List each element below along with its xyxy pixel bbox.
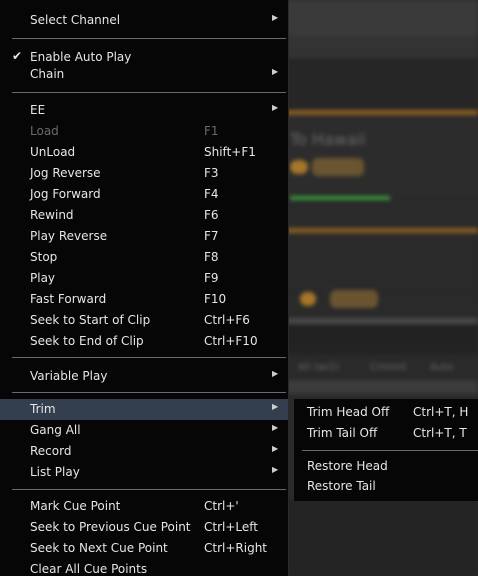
bg-green-meter (290, 196, 390, 200)
menu-item-seek-to-previous-cue-point[interactable]: Seek to Previous Cue Point Ctrl+Left (0, 517, 288, 538)
menu-item-label: Variable Play (30, 369, 108, 383)
menu-item-label: Gang All (30, 423, 81, 437)
menu-item-shortcut: Shift+F1 (204, 145, 256, 159)
submenu-arrow-icon: ▶ (272, 465, 279, 474)
submenu-item-shortcut: Ctrl+T, H (413, 405, 469, 419)
submenu-item-shortcut: Ctrl+T, T (413, 426, 467, 440)
submenu-item-label: Restore Tail (307, 479, 376, 493)
menu-item-label: Seek to End of Clip (30, 334, 144, 348)
menu-item-label: Fast Forward (30, 292, 107, 306)
menu-separator (12, 38, 286, 39)
menu-separator (12, 92, 286, 93)
bg-button-4 (330, 290, 378, 308)
menu-item-list-play[interactable]: List Play ▶ (0, 462, 288, 483)
submenu-arrow-icon: ▶ (272, 423, 279, 432)
submenu-item-trim-head-off[interactable]: Trim Head Off Ctrl+T, H (294, 402, 478, 423)
menu-separator (12, 392, 286, 393)
menu-item-gang-all[interactable]: Gang All ▶ (0, 420, 288, 441)
context-menu: Select Channel ▶ ✔ Enable Auto Play Chai… (0, 0, 289, 576)
menu-item-jog-forward[interactable]: Jog Forward F4 (0, 184, 288, 205)
menu-item-mark-cue-point[interactable]: Mark Cue Point Ctrl+' (0, 496, 288, 517)
bg-label-1: All (w/2) (298, 362, 340, 373)
menu-item-variable-play[interactable]: Variable Play ▶ (0, 366, 288, 387)
menu-item-fast-forward[interactable]: Fast Forward F10 (0, 289, 288, 310)
menu-separator (12, 489, 286, 490)
menu-item-label: Rewind (30, 208, 74, 222)
submenu-item-restore-tail[interactable]: Restore Tail (294, 476, 478, 497)
submenu-item-label: Restore Head (307, 459, 388, 473)
menu-item-load: Load F1 (0, 121, 288, 142)
menu-item-shortcut: Ctrl+' (204, 499, 239, 513)
menu-item-chain[interactable]: Chain ▶ (0, 64, 288, 85)
menu-item-seek-to-start-of-clip[interactable]: Seek to Start of Clip Ctrl+F6 (0, 310, 288, 331)
menu-item-clear-all-cue-points[interactable]: Clear All Cue Points (0, 559, 288, 576)
menu-item-jog-reverse[interactable]: Jog Reverse F3 (0, 163, 288, 184)
menu-item-label: Play Reverse (30, 229, 108, 243)
submenu-item-trim-tail-off[interactable]: Trim Tail Off Ctrl+T, T (294, 423, 478, 444)
menu-item-label: Seek to Start of Clip (30, 313, 151, 327)
menu-item-shortcut: F6 (204, 208, 219, 222)
submenu-arrow-icon: ▶ (272, 402, 279, 411)
menu-item-shortcut: F1 (204, 124, 219, 138)
trim-submenu: Trim Head Off Ctrl+T, H Trim Tail Off Ct… (293, 399, 478, 501)
submenu-arrow-icon: ▶ (272, 103, 279, 112)
menu-item-shortcut: F9 (204, 271, 219, 285)
menu-item-label: Seek to Previous Cue Point (30, 520, 191, 534)
menu-item-label: Trim (30, 402, 56, 416)
bg-label-2: Cmnmt (370, 362, 407, 373)
bg-clip-title: To Hawaii (290, 130, 366, 149)
submenu-separator (302, 450, 478, 451)
menu-item-shortcut: F7 (204, 229, 219, 243)
menu-item-ee[interactable]: EE ▶ (0, 100, 288, 121)
submenu-arrow-icon: ▶ (272, 444, 279, 453)
menu-item-label: Load (30, 124, 59, 138)
menu-item-label: Jog Forward (30, 187, 101, 201)
menu-item-unload[interactable]: UnLoad Shift+F1 (0, 142, 288, 163)
menu-item-label: Clear All Cue Points (30, 562, 148, 576)
menu-item-record[interactable]: Record ▶ (0, 441, 288, 462)
menu-item-shortcut: Ctrl+Right (204, 541, 268, 555)
submenu-item-label: Trim Tail Off (307, 426, 378, 440)
bg-button-2 (312, 158, 364, 176)
menu-item-select-channel[interactable]: Select Channel ▶ (0, 10, 288, 31)
menu-item-label: EE (30, 103, 46, 117)
submenu-arrow-icon: ▶ (272, 369, 279, 378)
bg-button-3 (300, 292, 316, 306)
menu-item-label: List Play (30, 465, 80, 479)
menu-item-shortcut: F4 (204, 187, 219, 201)
menu-item-label: Select Channel (30, 13, 121, 27)
menu-item-trim[interactable]: Trim ▶ (0, 399, 288, 420)
menu-item-label: Chain (30, 67, 65, 81)
menu-item-seek-to-end-of-clip[interactable]: Seek to End of Clip Ctrl+F10 (0, 331, 288, 352)
menu-item-label: Seek to Next Cue Point (30, 541, 168, 555)
menu-item-shortcut: F8 (204, 250, 219, 264)
menu-item-seek-to-next-cue-point[interactable]: Seek to Next Cue Point Ctrl+Right (0, 538, 288, 559)
bg-label-3: Auto (430, 362, 454, 373)
menu-item-shortcut: Ctrl+Left (204, 520, 258, 534)
menu-item-label: Enable Auto Play (30, 50, 132, 64)
menu-item-label: Jog Reverse (30, 166, 101, 180)
menu-item-label: Record (30, 444, 72, 458)
menu-item-label: UnLoad (30, 145, 76, 159)
menu-item-shortcut: F3 (204, 166, 219, 180)
menu-item-play[interactable]: Play F9 (0, 268, 288, 289)
menu-item-rewind[interactable]: Rewind F6 (0, 205, 288, 226)
submenu-item-restore-head[interactable]: Restore Head (294, 456, 478, 477)
submenu-arrow-icon: ▶ (272, 13, 279, 22)
menu-item-stop[interactable]: Stop F8 (0, 247, 288, 268)
submenu-arrow-icon: ▶ (272, 67, 279, 76)
menu-item-play-reverse[interactable]: Play Reverse F7 (0, 226, 288, 247)
checkmark-icon: ✔ (12, 49, 23, 63)
submenu-item-label: Trim Head Off (307, 405, 390, 419)
menu-item-label: Mark Cue Point (30, 499, 121, 513)
menu-item-label: Play (30, 271, 56, 285)
menu-item-label: Stop (30, 250, 58, 264)
menu-item-shortcut: Ctrl+F6 (204, 313, 250, 327)
menu-item-shortcut: Ctrl+F10 (204, 334, 258, 348)
menu-separator (12, 357, 286, 358)
menu-item-shortcut: F10 (204, 292, 227, 306)
bg-button-1 (290, 160, 308, 174)
